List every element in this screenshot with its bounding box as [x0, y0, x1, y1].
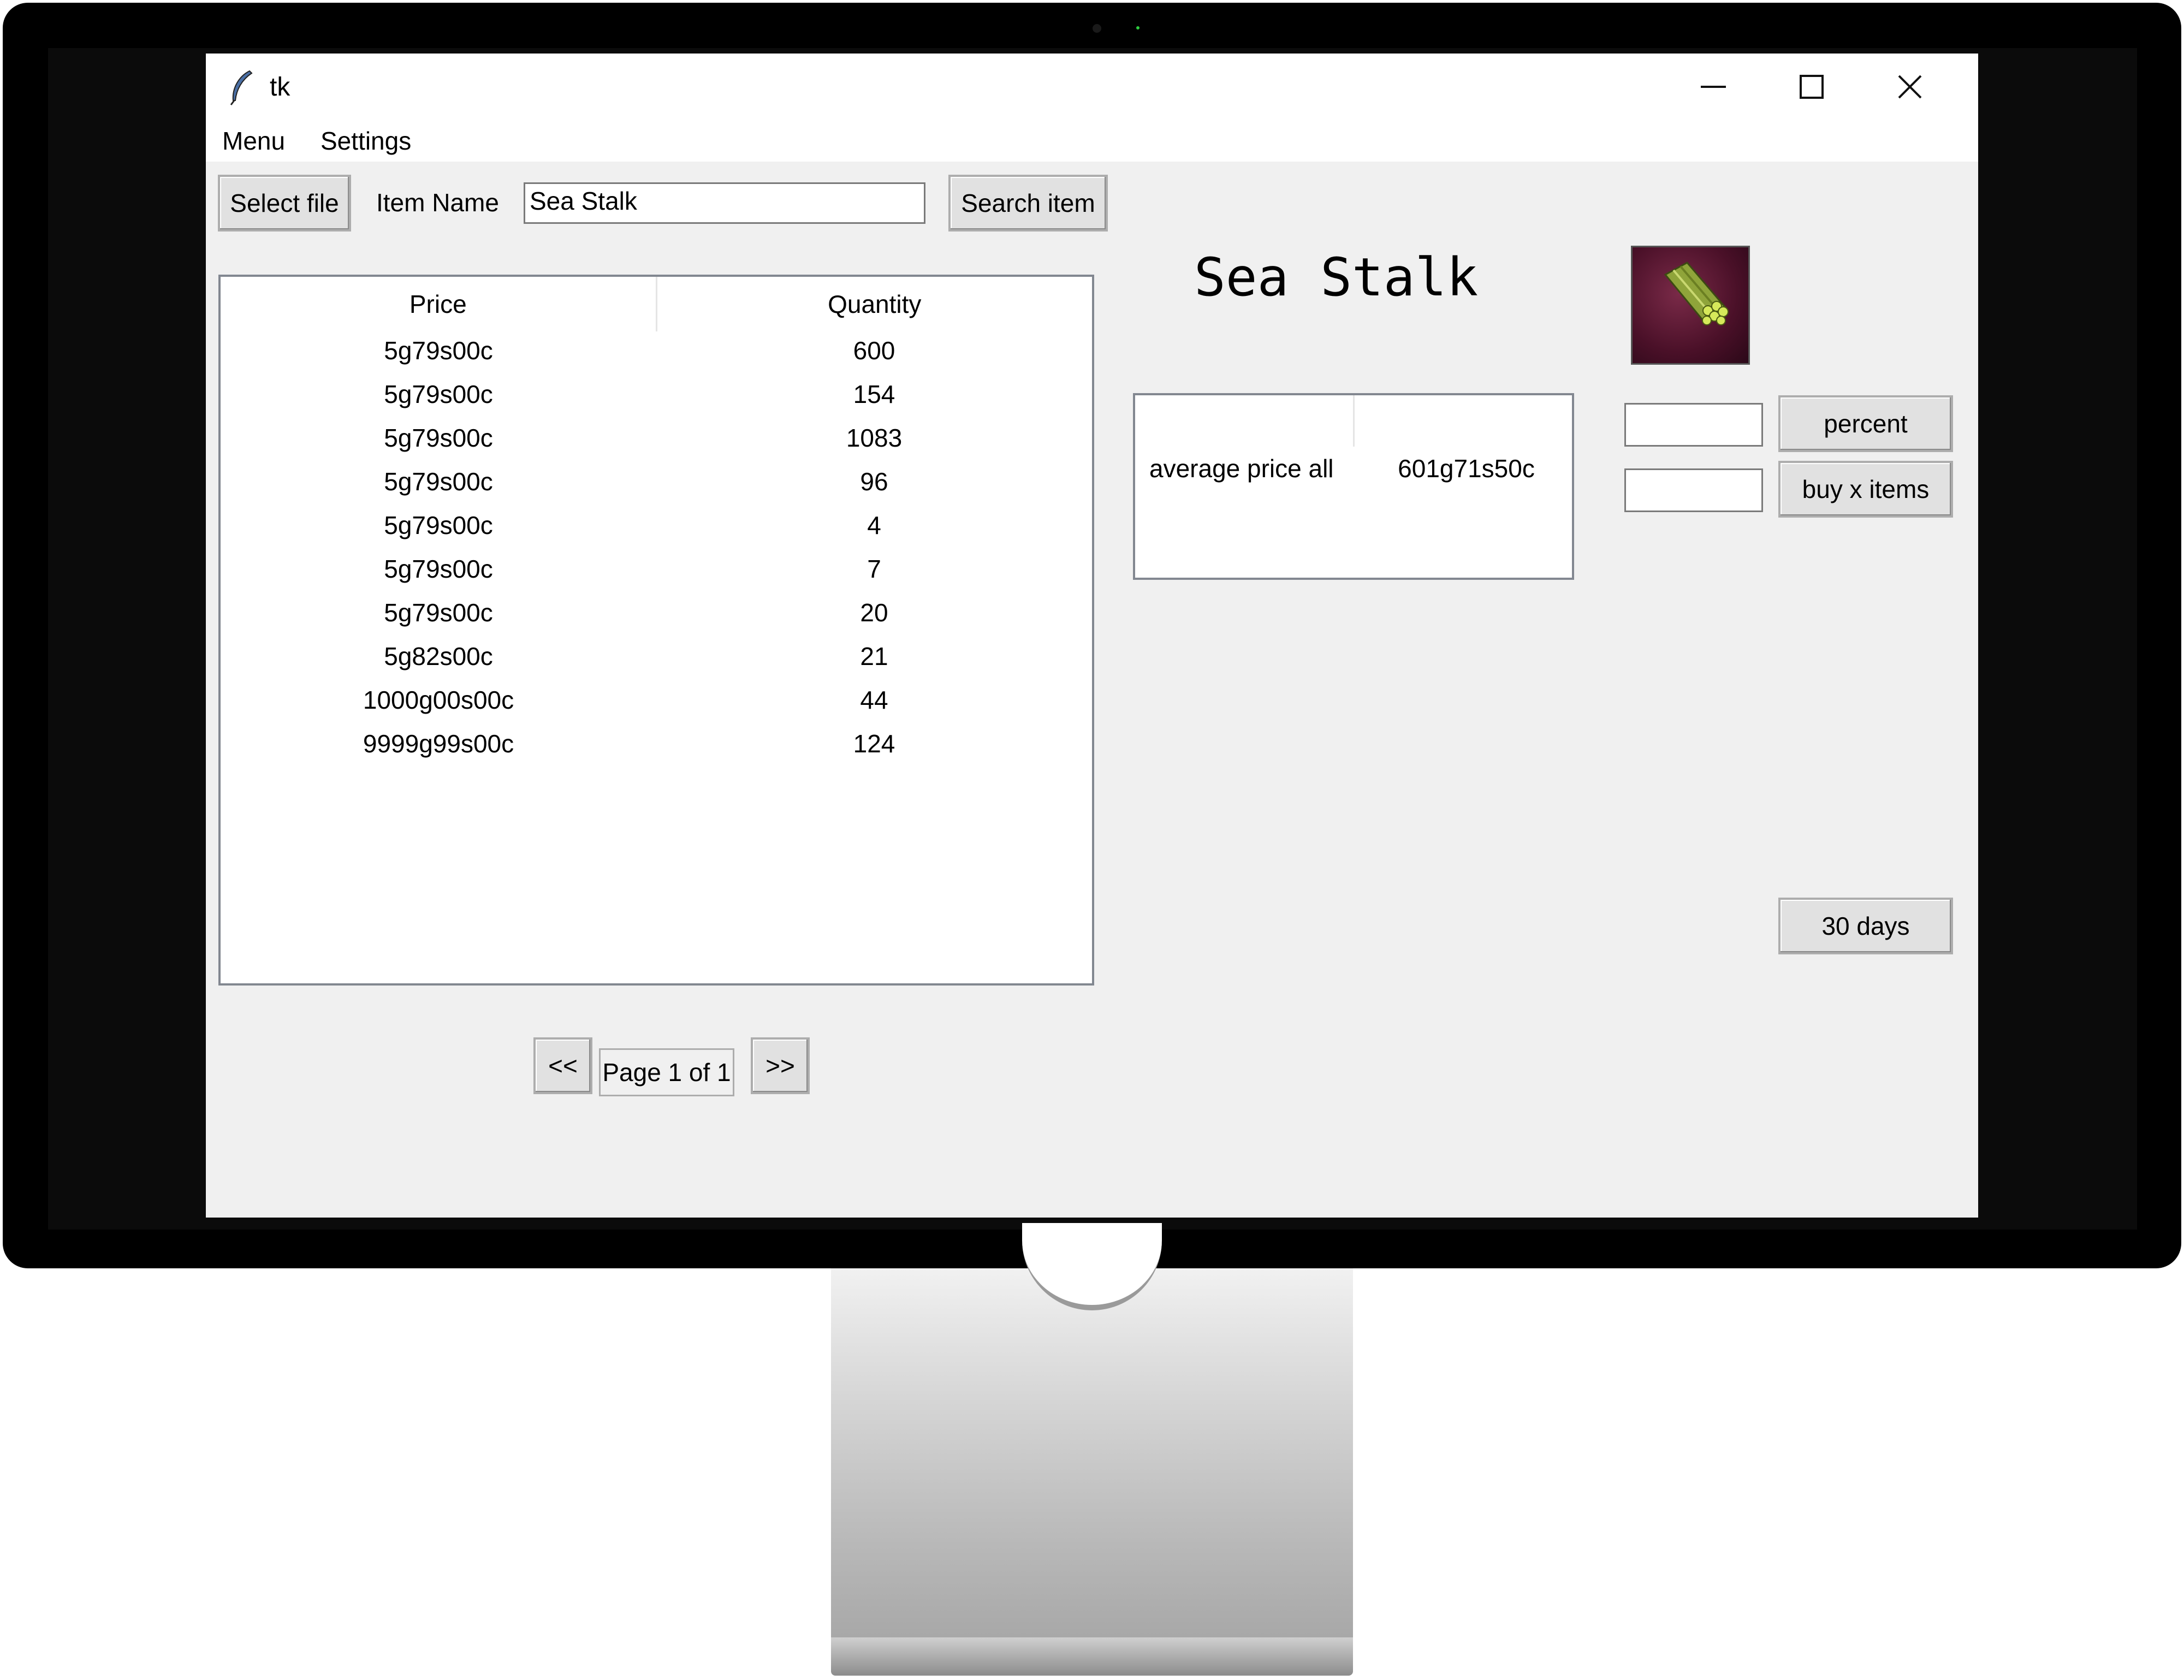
column-header-price[interactable]: Price — [221, 277, 656, 331]
minimize-button[interactable] — [1667, 54, 1760, 120]
price-cell: 5g79s00c — [384, 380, 493, 408]
monitor-stand-base — [831, 1637, 1353, 1676]
listings-table[interactable]: Price Quantity 5g79s00c 600 5g79s00c 154 5… — [218, 275, 1094, 986]
buy-quantity-input[interactable] — [1624, 468, 1763, 512]
price-cell: 5g79s00c — [384, 467, 493, 496]
stats-header — [1135, 395, 1572, 447]
title-bar[interactable]: tk — [206, 54, 1978, 120]
quantity-cell: 20 — [860, 598, 888, 627]
item-name-input[interactable]: Sea Stalk — [524, 182, 925, 224]
table-row[interactable]: 1000g00s00c 44 — [221, 681, 1092, 725]
maximize-icon — [1800, 75, 1824, 99]
price-cell: 5g79s00c — [384, 511, 493, 539]
quantity-cell: 21 — [860, 642, 888, 670]
select-file-button[interactable]: Select file — [218, 175, 351, 231]
price-cell: 5g79s00c — [384, 424, 493, 452]
price-cell: 9999g99s00c — [363, 729, 514, 758]
stats-table[interactable]: average price all 601g71s50c — [1133, 393, 1574, 580]
price-cell: 5g79s00c — [384, 598, 493, 627]
table-row[interactable]: 5g79s00c 20 — [221, 593, 1092, 637]
prev-page-button[interactable]: << — [533, 1037, 592, 1094]
percent-button[interactable]: percent — [1778, 395, 1953, 452]
buy-x-items-button[interactable]: buy x items — [1778, 461, 1953, 518]
menu-bar: Menu Settings — [206, 120, 1978, 162]
price-cell: 5g79s00c — [384, 555, 493, 583]
quantity-cell: 7 — [867, 555, 881, 583]
item-name-label: Item Name — [376, 188, 499, 217]
table-row[interactable]: 5g82s00c 21 — [221, 637, 1092, 681]
table-row[interactable]: 5g79s00c 600 — [221, 331, 1092, 375]
table-row[interactable]: 5g79s00c 4 — [221, 506, 1092, 550]
page-indicator: Page 1 of 1 — [599, 1048, 734, 1096]
tk-feather-icon — [228, 70, 255, 106]
monitor-stand — [831, 1268, 1353, 1637]
table-body: 5g79s00c 600 5g79s00c 154 5g79s00c 1083 5g7… — [221, 331, 1092, 768]
quantity-cell: 44 — [860, 686, 888, 714]
table-row[interactable]: 5g79s00c 7 — [221, 550, 1092, 593]
minimize-icon — [1701, 86, 1726, 88]
search-item-button[interactable]: Search item — [948, 175, 1108, 231]
webcam-icon — [1093, 24, 1101, 33]
table-row[interactable]: 5g79s00c 96 — [221, 462, 1092, 506]
window-title: tk — [270, 73, 290, 102]
table-row[interactable]: 5g79s00c 1083 — [221, 419, 1092, 462]
app-window: tk Menu Settings Select file Item Name S… — [206, 54, 1978, 1218]
quantity-cell: 600 — [853, 336, 895, 365]
stats-label: average price all — [1149, 454, 1334, 483]
price-cell: 5g79s00c — [384, 336, 493, 365]
table-row[interactable]: 9999g99s00c 124 — [221, 725, 1092, 768]
quantity-cell: 154 — [853, 380, 895, 408]
next-page-button[interactable]: >> — [751, 1037, 810, 1094]
30-days-button[interactable]: 30 days — [1778, 898, 1953, 954]
menu-settings[interactable]: Settings — [321, 126, 411, 156]
stalk-bundle-graphic — [1664, 262, 1729, 325]
stats-value: 601g71s50c — [1398, 454, 1535, 483]
price-cell: 1000g00s00c — [363, 686, 514, 714]
quantity-cell: 4 — [867, 511, 881, 539]
quantity-cell: 1083 — [846, 424, 903, 452]
sea-stalk-icon — [1631, 246, 1750, 365]
menu-menu[interactable]: Menu — [222, 126, 285, 156]
quantity-cell: 124 — [853, 729, 895, 758]
maximize-button[interactable] — [1765, 54, 1858, 120]
close-button[interactable] — [1863, 54, 1956, 120]
percent-input[interactable] — [1624, 403, 1763, 447]
webcam-led — [1136, 26, 1140, 29]
price-cell: 5g82s00c — [384, 642, 493, 670]
table-header: Price Quantity — [221, 277, 1092, 331]
column-header-quantity[interactable]: Quantity — [655, 277, 1093, 331]
stats-row-average[interactable]: average price all 601g71s50c — [1135, 447, 1572, 490]
table-row[interactable]: 5g79s00c 154 — [221, 375, 1092, 419]
item-title: Sea Stalk — [1194, 247, 1479, 308]
stats-header-col-2 — [1352, 395, 1572, 447]
stats-header-col-1 — [1135, 395, 1353, 447]
quantity-cell: 96 — [860, 467, 888, 496]
close-icon — [1898, 75, 1922, 99]
